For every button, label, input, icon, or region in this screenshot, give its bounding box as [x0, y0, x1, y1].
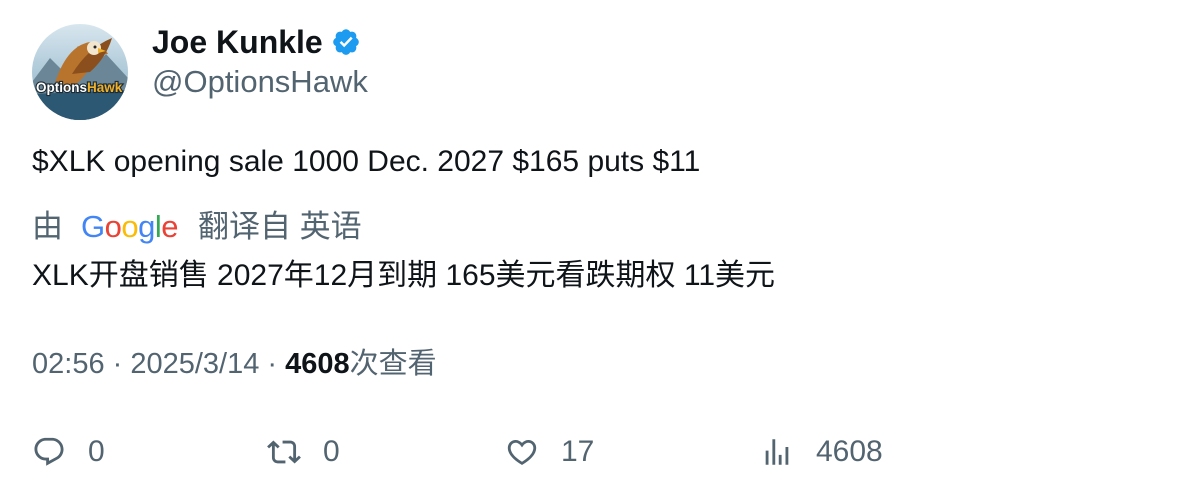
- translated-text: XLK开盘销售 2027年12月到期 165美元看跌期权 11美元: [32, 259, 776, 292]
- reply-icon: [34, 437, 64, 466]
- google-logo: Google: [81, 209, 179, 244]
- reply-count: 0: [88, 435, 105, 468]
- meta-separator: ·: [259, 348, 286, 380]
- verified-badge-icon: [331, 27, 361, 57]
- retweet-icon: [267, 440, 301, 464]
- translation-attribution: 由 Google 翻译自 英语: [32, 207, 362, 247]
- heart-icon: [507, 439, 537, 465]
- author-handle[interactable]: @OptionsHawk: [152, 62, 368, 102]
- meta-separator: ·: [104, 348, 131, 380]
- translation-from-label[interactable]: 翻译自 英语: [198, 207, 362, 247]
- like-count: 17: [561, 435, 595, 468]
- analytics-icon: [765, 439, 789, 465]
- views-button[interactable]: 4608: [760, 430, 883, 474]
- avatar[interactable]: OptionsHawk: [32, 24, 128, 120]
- tweet-meta: 02:56 · 2025/3/14 · 4608次查看: [32, 344, 437, 384]
- tweet-date[interactable]: 2025/3/14: [130, 348, 259, 380]
- avatar-image: OptionsHawk: [32, 24, 128, 120]
- reply-button[interactable]: 0: [32, 430, 105, 474]
- views-label: 次查看: [349, 348, 437, 380]
- tweet-text: $XLK opening sale 1000 Dec. 2027 $165 pu…: [32, 145, 701, 178]
- tweet-action-bar: 0 0 17 4608: [0, 430, 1196, 474]
- author-name-row[interactable]: Joe Kunkle: [152, 22, 361, 62]
- views-action-count: 4608: [816, 435, 883, 468]
- avatar-logo-text: OptionsHawk: [36, 80, 123, 95]
- retweet-button[interactable]: 0: [267, 430, 340, 474]
- author-display-name[interactable]: Joe Kunkle: [152, 22, 323, 62]
- translation-by-label: 由: [32, 209, 63, 244]
- retweet-count: 0: [323, 435, 340, 468]
- views-count: 4608: [285, 348, 350, 380]
- like-button[interactable]: 17: [505, 430, 594, 474]
- tweet-time[interactable]: 02:56: [32, 348, 105, 380]
